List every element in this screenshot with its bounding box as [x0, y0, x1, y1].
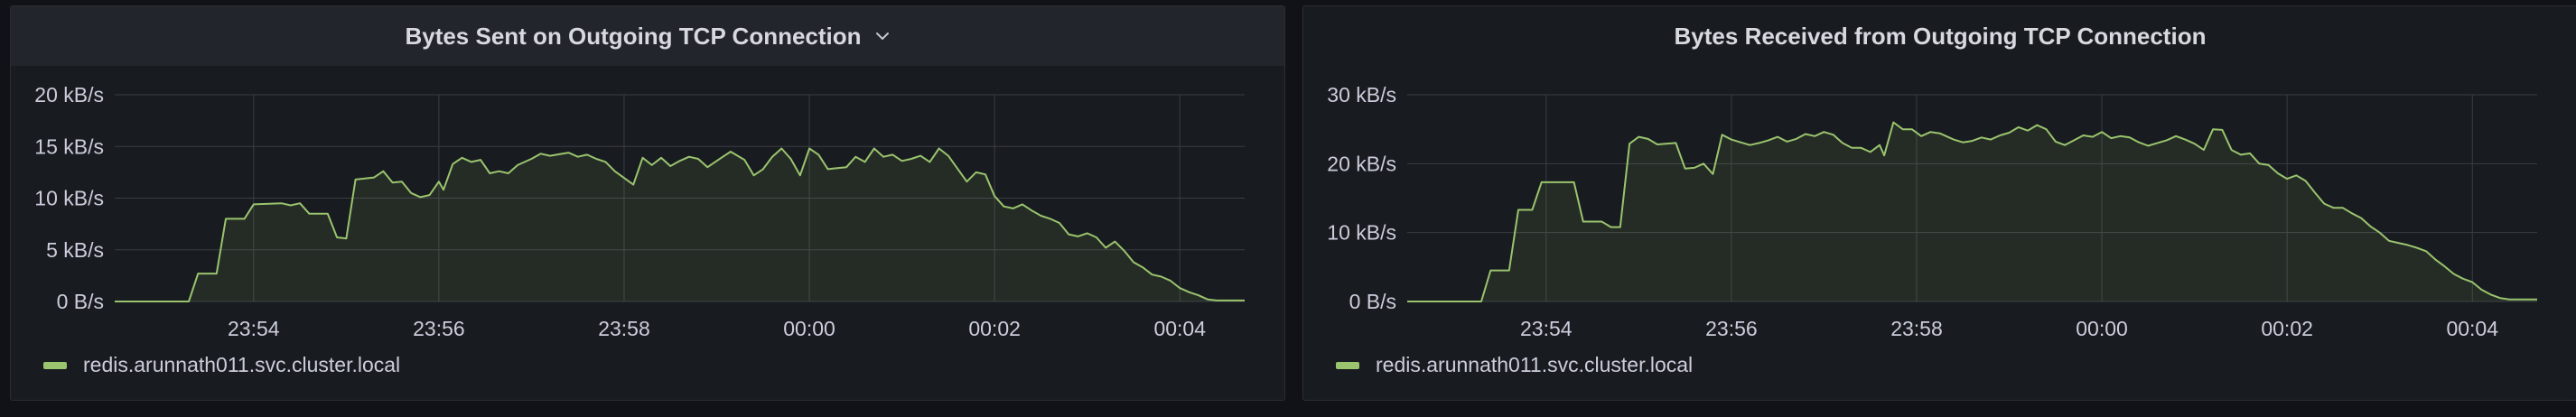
y-tick-label: 0 B/s	[57, 290, 104, 313]
x-tick-label: 00:04	[2446, 317, 2498, 340]
y-tick-label: 0 B/s	[1349, 290, 1396, 313]
x-tick-label: 23:54	[1520, 317, 1573, 340]
x-tick-label: 00:00	[2076, 317, 2128, 340]
panel-bytes-sent: Bytes Sent on Outgoing TCP Connection 0 …	[10, 5, 1285, 401]
legend[interactable]: redis.arunnath011.svc.cluster.local	[1336, 353, 1693, 377]
x-tick-label: 00:04	[1153, 317, 1206, 340]
x-tick-label: 23:56	[1705, 317, 1758, 340]
chart-bytes-received[interactable]: 0 B/s 10 kB/s 20 kB/s 30 kB/s 23:54 23:56 23:5…	[1303, 6, 2576, 401]
y-tick-label: 15 kB/s	[34, 134, 104, 158]
x-tick-label: 23:58	[598, 317, 650, 340]
x-tick-label: 00:02	[2261, 317, 2313, 340]
y-tick-label: 20 kB/s	[34, 83, 104, 107]
chart-bytes-sent[interactable]: 0 B/s 5 kB/s 10 kB/s 15 kB/s 20 kB/s 23:54 23:…	[11, 6, 1285, 401]
series-area	[115, 148, 1245, 301]
series-area	[1407, 122, 2537, 301]
x-tick-label: 00:02	[968, 317, 1021, 340]
x-tick-label: 23:58	[1890, 317, 1943, 340]
y-tick-label: 5 kB/s	[46, 238, 104, 262]
y-tick-label: 10 kB/s	[1327, 221, 1396, 245]
legend-swatch	[1336, 361, 1359, 369]
panel-bytes-received: Bytes Received from Outgoing TCP Connect…	[1302, 5, 2576, 401]
legend-label[interactable]: redis.arunnath011.svc.cluster.local	[1376, 353, 1693, 377]
x-tick-label: 00:00	[783, 317, 835, 340]
y-tick-label: 10 kB/s	[34, 187, 104, 210]
legend[interactable]: redis.arunnath011.svc.cluster.local	[43, 353, 400, 377]
x-tick-label: 23:54	[228, 317, 280, 340]
y-tick-label: 20 kB/s	[1327, 152, 1396, 175]
legend-label[interactable]: redis.arunnath011.svc.cluster.local	[83, 353, 400, 377]
x-tick-label: 23:56	[413, 317, 465, 340]
y-tick-label: 30 kB/s	[1327, 83, 1396, 107]
legend-swatch	[43, 361, 67, 369]
